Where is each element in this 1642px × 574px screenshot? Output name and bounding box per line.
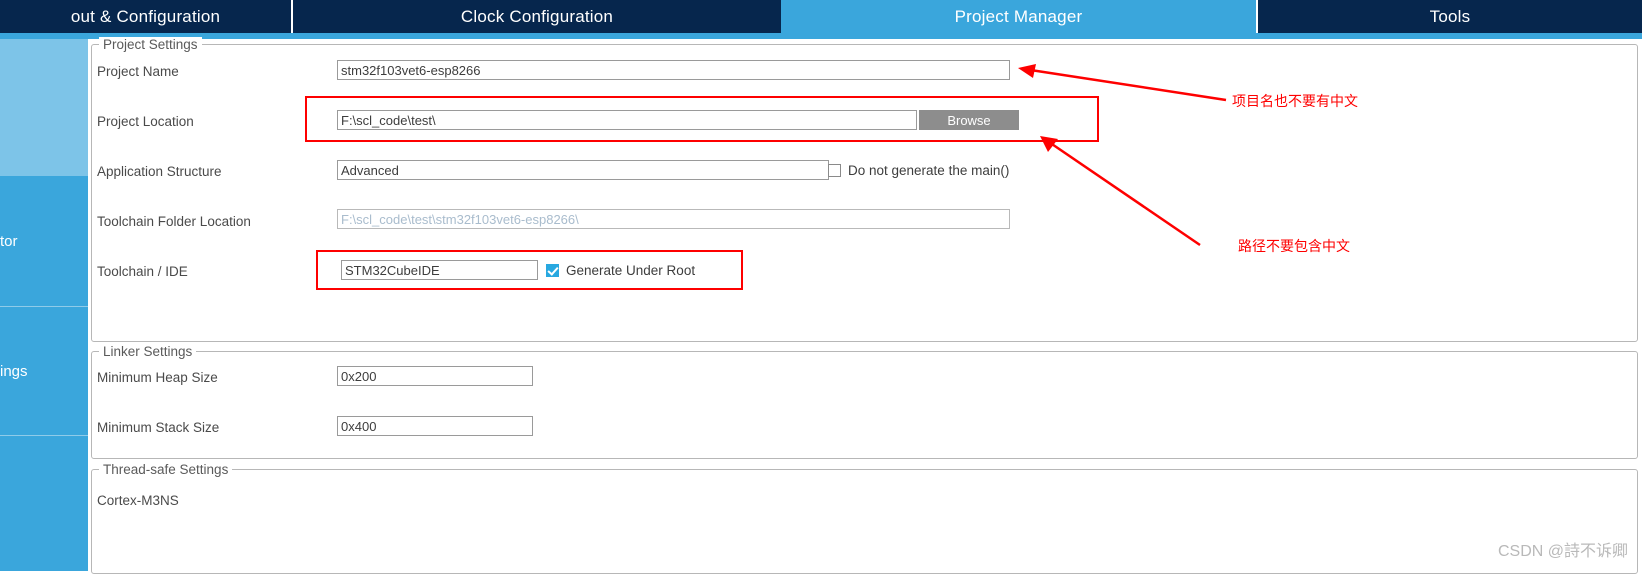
checkbox-checked-icon[interactable] [546, 264, 559, 277]
application-structure-select[interactable]: Advanced [337, 160, 829, 180]
toolchain-folder-location-input: F:\scl_code\test\stm32f103vet6-esp8266\ [337, 209, 1010, 229]
project-name-input[interactable]: stm32f103vet6-esp8266 [337, 60, 1010, 80]
project-location-input[interactable]: F:\scl_code\test\ [337, 110, 917, 130]
minimum-heap-size-input[interactable]: 0x200 [337, 366, 533, 386]
cortex-core-label: Cortex-M3NS [97, 493, 179, 508]
project-location-label: Project Location [97, 114, 194, 129]
minimum-heap-size-label: Minimum Heap Size [97, 370, 218, 385]
tab-tools[interactable]: Tools [1258, 0, 1642, 33]
project-settings-group [91, 44, 1638, 342]
tab-pinout-and-configuration[interactable]: out & Configuration [0, 0, 291, 33]
tab-clock-configuration[interactable]: Clock Configuration [293, 0, 781, 33]
tab-label: Clock Configuration [460, 6, 614, 26]
browse-button[interactable]: Browse [919, 110, 1019, 130]
tab-label: out & Configuration [70, 6, 221, 26]
application-structure-label: Application Structure [97, 164, 222, 179]
project-settings-title: Project Settings [99, 37, 202, 52]
do-not-generate-main-label: Do not generate the main() [848, 163, 1010, 178]
application-structure-value: Advanced [341, 162, 399, 178]
project-manager-sidebar: tor ings [0, 39, 88, 571]
project-name-label: Project Name [97, 64, 179, 79]
linker-settings-title: Linker Settings [99, 344, 197, 359]
toolchain-ide-label: Toolchain / IDE [97, 264, 188, 279]
checkbox-box-icon[interactable] [828, 164, 841, 177]
toolchain-ide-value: STM32CubeIDE [345, 262, 440, 278]
tab-label: Tools [1429, 6, 1471, 26]
thread-safe-settings-title: Thread-safe Settings [99, 462, 233, 477]
sidebar-item-code-generator[interactable]: tor [0, 176, 88, 306]
project-manager-panel: Project Settings Project Name stm32f103v… [88, 37, 1642, 574]
linker-settings-group [91, 351, 1638, 459]
toolchain-ide-select[interactable]: STM32CubeIDE [341, 260, 538, 280]
do-not-generate-main-checkbox[interactable]: Do not generate the main() [828, 163, 1009, 178]
sidebar-item-label: ings [0, 362, 28, 380]
watermark: CSDN @詩不诉卿 [1497, 543, 1628, 560]
thread-safe-settings-group [91, 469, 1638, 574]
main-tab-bar: out & Configuration Clock Configuration … [0, 0, 1642, 33]
annotation-text-project-location: 路径不要包含中文 [1238, 238, 1350, 254]
sidebar-item-advanced-settings[interactable]: ings [0, 307, 88, 435]
annotation-text-project-name: 项目名也不要有中文 [1232, 93, 1358, 109]
sidebar-item-extra[interactable] [0, 436, 88, 571]
tab-label: Project Manager [954, 6, 1083, 26]
sidebar-item-label: tor [0, 232, 18, 250]
sidebar-item-project[interactable] [0, 39, 88, 176]
minimum-stack-size-input[interactable]: 0x400 [337, 416, 533, 436]
tab-project-manager[interactable]: Project Manager [781, 0, 1256, 33]
generate-under-root-checkbox[interactable]: Generate Under Root [546, 263, 695, 278]
minimum-stack-size-label: Minimum Stack Size [97, 420, 220, 435]
toolchain-folder-location-label: Toolchain Folder Location [97, 214, 251, 229]
generate-under-root-label: Generate Under Root [566, 263, 696, 278]
